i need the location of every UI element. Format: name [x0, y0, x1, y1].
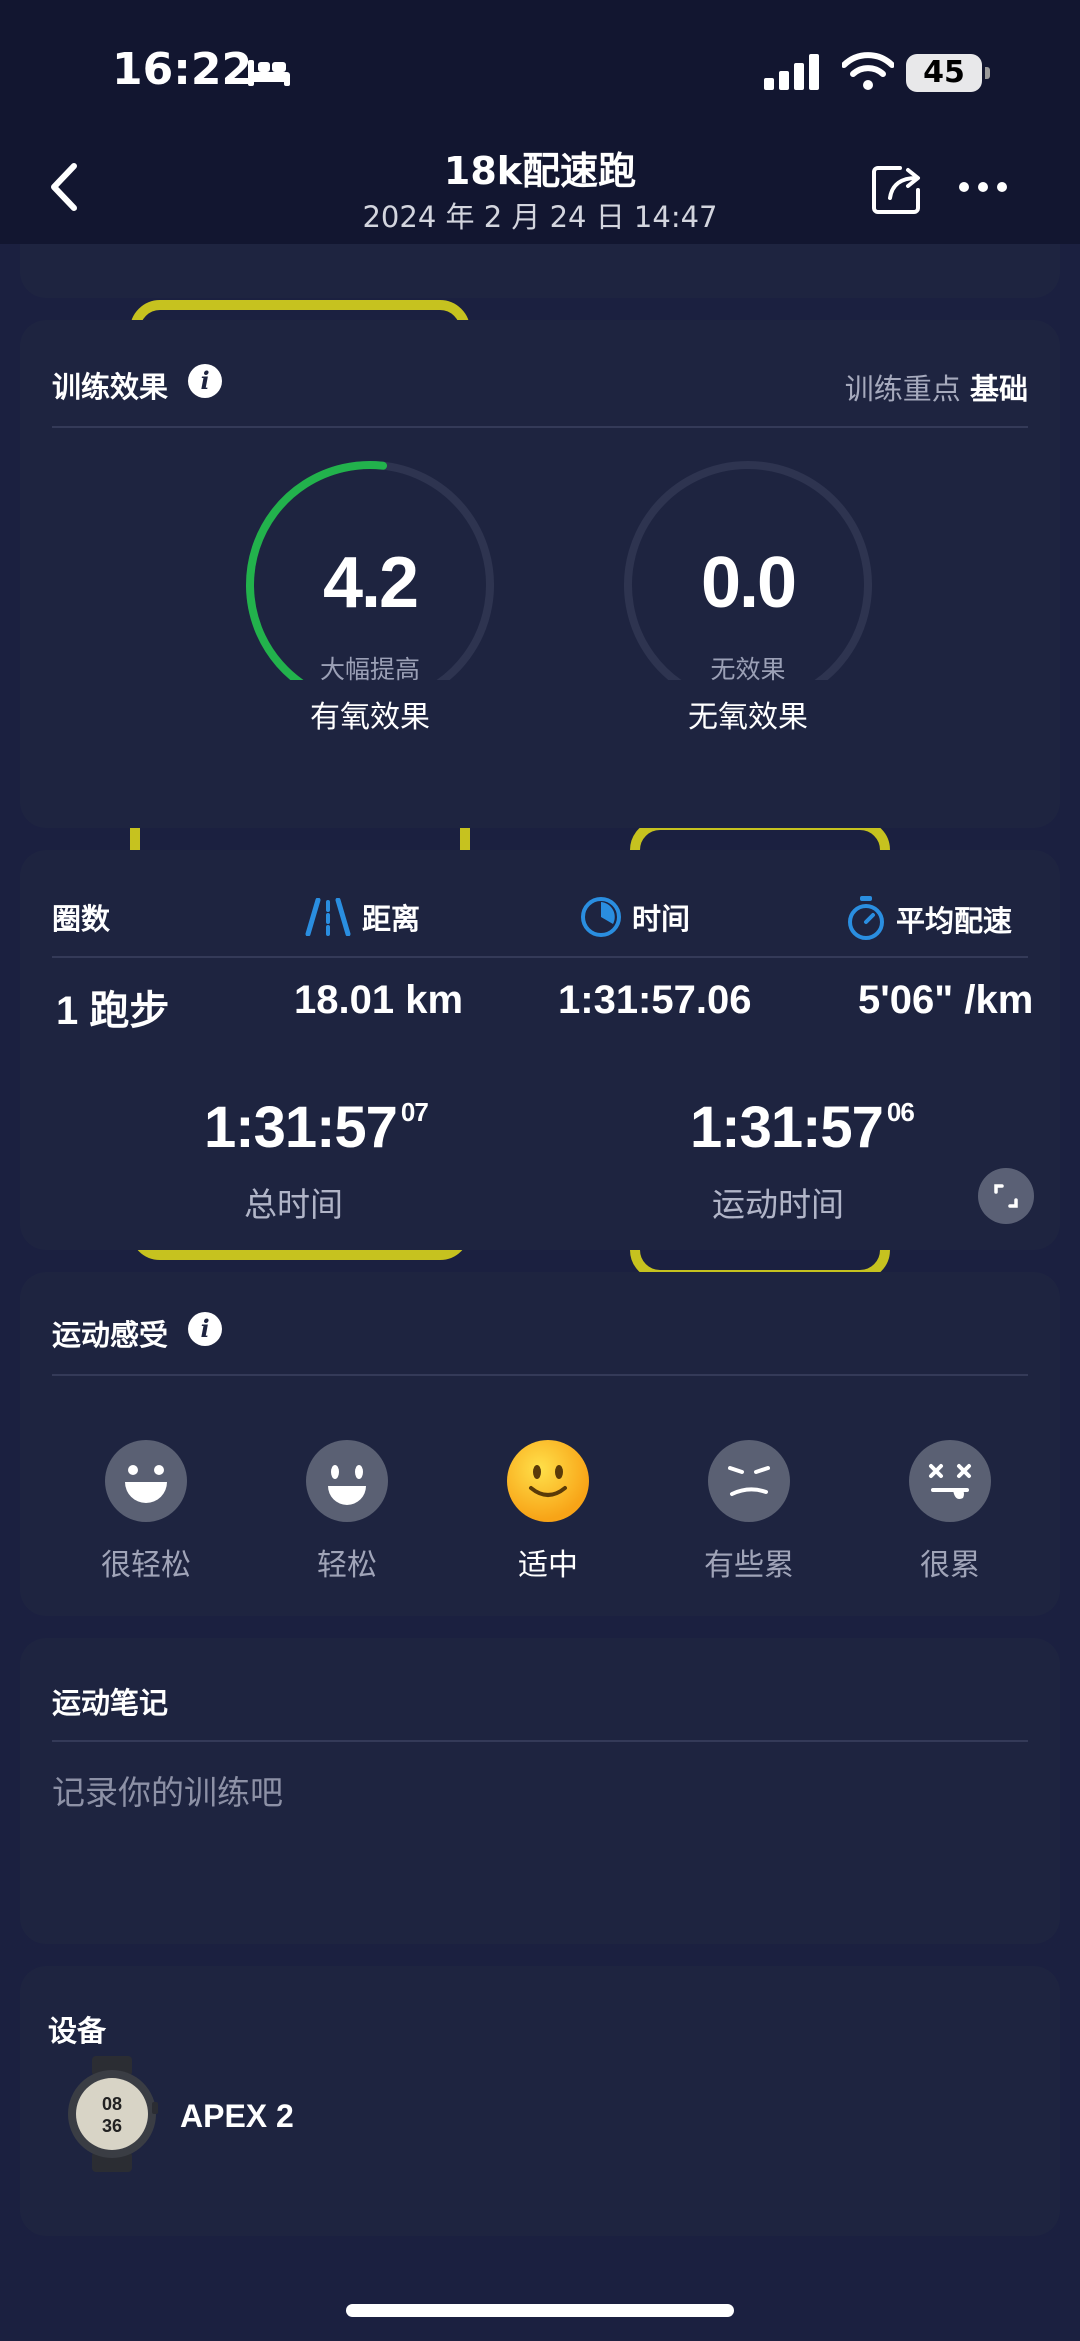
total-time-hundredths: 07 — [400, 1097, 429, 1127]
lap-distance: 18.01 km — [294, 978, 464, 1022]
moving-time: 1:31:57 06 — [690, 1094, 915, 1161]
total-time-main: 1:31:57 — [204, 1095, 398, 1160]
total-time: 1:31:57 07 — [204, 1094, 429, 1161]
anaerobic-value: 0.0 — [700, 543, 797, 623]
wifi-icon — [842, 52, 894, 90]
divider — [52, 1374, 1028, 1376]
laps-card: 圈数 距离 时间 平均配速 1 跑步 18.01 km 1:31:57.06 5… — [20, 850, 1060, 1250]
feeling-exhausted[interactable]: 很累 — [870, 1540, 1030, 1584]
distance-header: 距离 — [304, 896, 420, 938]
divider — [52, 426, 1028, 428]
divider — [52, 956, 1028, 958]
exhausted-face-icon[interactable] — [909, 1440, 991, 1522]
bed-icon — [248, 60, 290, 86]
anaerobic-label: 无氧效果 — [688, 700, 808, 735]
moving-time-label: 运动时间 — [712, 1185, 844, 1224]
aerobic-value: 4.2 — [322, 543, 419, 623]
distance-header-label: 距离 — [362, 902, 421, 936]
expand-button[interactable] — [978, 1168, 1034, 1224]
signal-icon — [764, 54, 819, 90]
training-focus-label: 训练重点 — [844, 372, 961, 406]
battery-icon: 45 — [906, 54, 990, 92]
section-title: 设备 — [48, 2014, 107, 2048]
slight-smile-face-icon[interactable] — [507, 1440, 589, 1522]
share-icon[interactable] — [870, 162, 926, 218]
aerobic-label: 有氧效果 — [310, 700, 430, 735]
lap-pace: 5'06" /km — [858, 978, 1034, 1022]
total-time-label: 总时间 — [244, 1185, 343, 1224]
moving-time-main: 1:31:57 — [690, 1095, 884, 1160]
aerobic-status: 大幅提高 — [319, 655, 420, 684]
laughing-face-icon[interactable] — [105, 1440, 187, 1522]
road-icon — [305, 898, 351, 936]
home-indicator — [346, 2304, 734, 2317]
time-header: 时间 — [580, 896, 690, 938]
training-focus: 训练重点 基础 — [845, 366, 1028, 408]
pace-header-label: 平均配速 — [896, 904, 1013, 938]
section-title: 训练效果 — [52, 370, 169, 404]
feeling-easy[interactable]: 轻松 — [267, 1540, 427, 1584]
time-header-label: 时间 — [632, 902, 691, 936]
status-bar: 16:22 45 — [0, 0, 1080, 140]
notes-input[interactable]: 记录你的训练吧 — [52, 1766, 283, 1814]
smiling-face-icon[interactable] — [306, 1440, 388, 1522]
divider — [52, 1740, 1028, 1742]
device-card: 设备 08 36 APEX 2 — [20, 1966, 1060, 2236]
tired-face-icon[interactable] — [708, 1440, 790, 1522]
moving-time-hundredths: 06 — [886, 1097, 915, 1127]
lap-time: 1:31:57.06 — [558, 978, 752, 1022]
nav-header: 18k配速跑 2024 年 2 月 24 日 14:47 — [0, 140, 1080, 244]
feeling-moderate[interactable]: 适中 — [468, 1540, 628, 1584]
feeling-very-easy[interactable]: 很轻松 — [66, 1540, 226, 1584]
section-title: 运动笔记 — [52, 1686, 169, 1720]
laps-header-label: 圈数 — [52, 902, 111, 936]
expand-icon — [994, 1184, 1018, 1208]
training-effect-card: 训练效果 i 训练重点 基础 4.2 大幅提高 有氧效果 0.0 无效果 无氧效… — [20, 320, 1060, 828]
info-icon[interactable]: i — [188, 1312, 222, 1346]
training-focus-value: 基础 — [969, 372, 1028, 406]
stopwatch-icon — [848, 896, 884, 940]
device-name[interactable]: APEX 2 — [180, 2098, 294, 2135]
watch-hour: 08 — [102, 2094, 122, 2114]
watch-icon: 08 36 — [68, 2056, 158, 2172]
status-time: 16:22 — [112, 44, 253, 95]
lap-type: 1 跑步 — [56, 989, 170, 1033]
info-icon[interactable]: i — [188, 364, 222, 398]
clock-icon — [581, 897, 621, 937]
more-icon[interactable] — [958, 180, 1008, 194]
anaerobic-status: 无效果 — [710, 655, 786, 684]
section-title: 运动感受 — [52, 1318, 169, 1352]
watch-minute: 36 — [102, 2116, 122, 2136]
notes-card: 运动笔记 记录你的训练吧 — [20, 1638, 1060, 1944]
feeling-card: 运动感受 i 很轻松 轻松 适中 有些累 很累 — [20, 1272, 1060, 1616]
pace-header: 平均配速 — [846, 896, 1012, 942]
laps-header: 圈数 — [52, 896, 110, 938]
feeling-tired[interactable]: 有些累 — [669, 1540, 829, 1584]
